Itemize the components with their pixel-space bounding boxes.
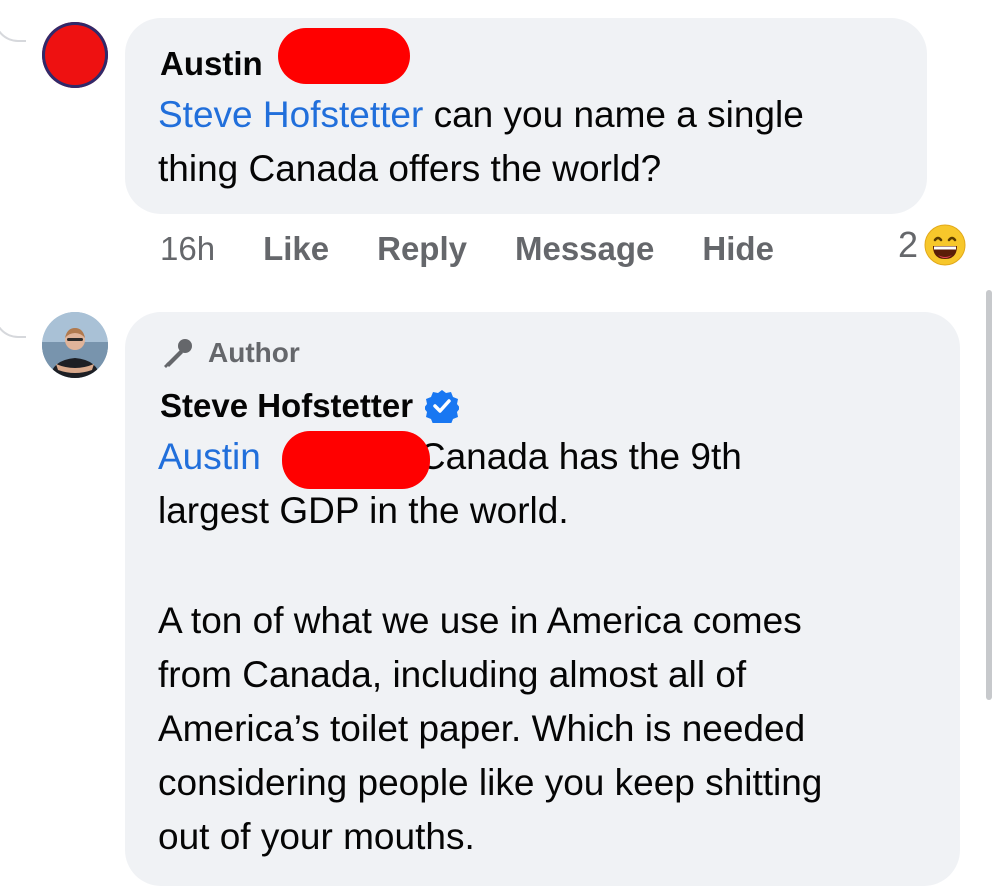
comment-actions: 16h Like Reply Message Hide (160, 225, 822, 273)
avatar[interactable] (42, 22, 108, 88)
grinning-face-icon (924, 224, 966, 266)
comment-text-line: from Canada, including almost all of (158, 654, 747, 695)
comment-author-name[interactable]: Steve Hofstetter (160, 386, 460, 426)
scrollbar[interactable] (986, 290, 992, 700)
comment-text-line: largest GDP in the world. (158, 490, 569, 531)
comment-author-name[interactable]: Austin (160, 44, 263, 84)
reaction-count: 2 (898, 224, 919, 265)
comment-text-line: Canada has the 9th (418, 436, 742, 477)
person-photo (42, 312, 108, 378)
verified-badge-icon (425, 390, 460, 423)
comment-text-line: America’s toilet paper. Which is needed (158, 708, 806, 749)
reply-button[interactable]: Reply (377, 230, 467, 268)
hide-button[interactable]: Hide (702, 230, 774, 268)
comment-text-line: A ton of what we use in America comes (158, 600, 802, 641)
thread-connector (0, 306, 26, 338)
reaction-summary[interactable]: 2 (898, 224, 966, 266)
comment-text: Steve Hofstetter can you name a single t… (158, 88, 918, 196)
comment-paragraph: A ton of what we use in America comes fr… (158, 594, 958, 864)
comment-text-line: out of your mouths. (158, 816, 475, 857)
comment-timestamp[interactable]: 16h (160, 230, 215, 268)
author-badge: Author (160, 335, 300, 371)
message-button[interactable]: Message (515, 230, 654, 268)
thread-connector (0, 10, 26, 42)
comment-text-line: thing Canada offers the world? (158, 148, 662, 189)
comment-text-line: considering people like you keep shittin… (158, 762, 823, 803)
microphone-icon (164, 339, 192, 368)
comment-text-line: can you name a single (423, 94, 804, 135)
redaction-mark (282, 431, 430, 489)
author-badge-label: Author (208, 337, 300, 368)
redaction-mark (278, 28, 410, 84)
mention-link[interactable]: Steve Hofstetter (158, 94, 423, 135)
avatar[interactable] (42, 312, 108, 378)
comment-thread: Austin Steve Hofstetter can you name a s… (0, 0, 1000, 895)
comment-text: Austin Canada has the 9th largest GDP in … (158, 430, 948, 538)
mention-link[interactable]: Austin (158, 436, 261, 477)
comment-author-label: Steve Hofstetter (160, 387, 414, 424)
like-button[interactable]: Like (263, 230, 329, 268)
